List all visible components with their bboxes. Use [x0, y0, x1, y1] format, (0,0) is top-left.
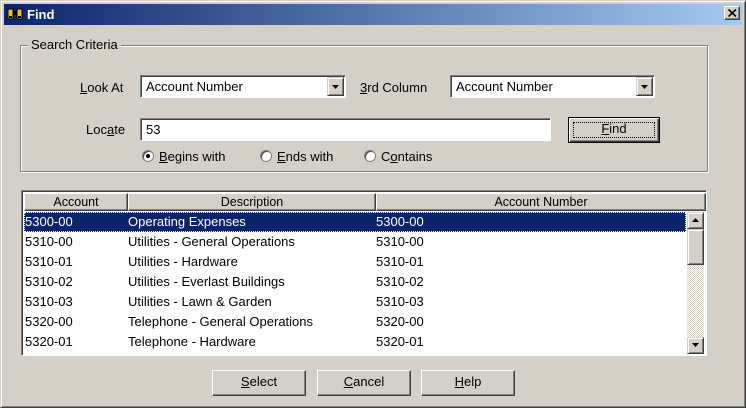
- radio-begins-with[interactable]: Begins with: [142, 149, 252, 165]
- select-button[interactable]: Select: [212, 370, 306, 396]
- find-button-label: Find: [601, 121, 627, 136]
- vertical-scrollbar[interactable]: [687, 212, 704, 354]
- window-title: Find: [27, 7, 55, 22]
- table-row[interactable]: 5320-00 Telephone - General Operations 5…: [24, 312, 686, 332]
- find-dialog: Find Search Criteria Look At Account Num…: [0, 0, 746, 408]
- cell-account: 5310-02: [25, 274, 73, 289]
- cancel-button-label: Cancel: [343, 374, 385, 389]
- close-icon: [728, 9, 737, 17]
- radio-selected-dot: [146, 154, 150, 158]
- results-list[interactable]: Account Description Account Number 5300-…: [21, 190, 707, 356]
- cell-account-number: 5310-02: [376, 274, 424, 289]
- chevron-down-icon: [332, 85, 339, 89]
- cell-account-number: 5310-00: [376, 234, 424, 249]
- cell-account-number: 5320-01: [376, 334, 424, 349]
- cell-description: Telephone - Hardware: [128, 334, 256, 349]
- select-button-label: Select: [240, 374, 278, 389]
- cell-account: 5310-01: [25, 254, 73, 269]
- table-row[interactable]: 5320-01 Telephone - Hardware 5320-01: [24, 332, 686, 352]
- cell-account: 5310-03: [25, 294, 73, 309]
- radio-ends-with[interactable]: Ends with: [260, 149, 355, 165]
- third-column-value: Account Number: [456, 79, 553, 94]
- scroll-up-button[interactable]: [687, 212, 704, 229]
- cell-description: Telephone - General Operations: [128, 314, 314, 329]
- cell-description: Utilities - Hardware: [128, 254, 238, 269]
- help-button-label: Help: [454, 374, 482, 389]
- scrollbar-thumb[interactable]: [687, 229, 704, 265]
- cell-description: Operating Expenses: [128, 214, 246, 229]
- chevron-down-icon: [641, 85, 648, 89]
- column-header-account[interactable]: Account: [24, 193, 128, 211]
- table-row[interactable]: 5310-00 Utilities - General Operations 5…: [24, 232, 686, 252]
- third-column-dropdown-button[interactable]: [636, 77, 653, 96]
- arrow-down-icon: [692, 343, 699, 347]
- cell-account-number: 5300-00: [376, 214, 424, 229]
- look-at-select[interactable]: Account Number: [140, 75, 346, 98]
- cell-description: Utilities - Lawn & Garden: [128, 294, 272, 309]
- cell-account: 5320-00: [25, 314, 73, 329]
- locate-input[interactable]: [140, 118, 551, 141]
- table-row[interactable]: 5300-00 Operating Expenses 5300-00: [24, 212, 686, 232]
- arrow-up-icon: [692, 218, 699, 222]
- cell-description: Utilities - General Operations: [128, 234, 295, 249]
- close-button[interactable]: [724, 6, 740, 20]
- find-button[interactable]: Find: [568, 117, 660, 143]
- look-at-value: Account Number: [146, 79, 243, 94]
- look-at-label: Look At: [80, 80, 124, 95]
- cancel-button[interactable]: Cancel: [317, 370, 411, 396]
- look-at-dropdown-button[interactable]: [327, 77, 344, 96]
- cell-account: 5300-00: [25, 214, 73, 229]
- cell-account-number: 5310-01: [376, 254, 424, 269]
- table-row[interactable]: 5310-02 Utilities - Everlast Buildings 5…: [24, 272, 686, 292]
- scroll-down-button[interactable]: [687, 337, 704, 354]
- search-criteria-legend: Search Criteria: [28, 37, 121, 53]
- third-column-label: 3rd Column: [360, 80, 428, 95]
- table-row[interactable]: 5310-03 Utilities - Lawn & Garden 5310-0…: [24, 292, 686, 312]
- radio-contains[interactable]: Contains: [364, 149, 449, 165]
- cell-account: 5310-00: [25, 234, 73, 249]
- help-button[interactable]: Help: [421, 370, 515, 396]
- table-row[interactable]: 5310-01 Utilities - Hardware 5310-01: [24, 252, 686, 272]
- binoculars-icon: [7, 7, 23, 24]
- title-bar[interactable]: Find: [4, 4, 742, 25]
- column-header-account-number[interactable]: Account Number: [376, 193, 706, 211]
- cell-account: 5320-01: [25, 334, 73, 349]
- column-header-description[interactable]: Description: [128, 193, 376, 211]
- cell-account-number: 5320-00: [376, 314, 424, 329]
- third-column-select[interactable]: Account Number: [450, 75, 655, 98]
- cell-account-number: 5310-03: [376, 294, 424, 309]
- locate-label: Locate: [86, 122, 126, 137]
- cell-description: Utilities - Everlast Buildings: [128, 274, 285, 289]
